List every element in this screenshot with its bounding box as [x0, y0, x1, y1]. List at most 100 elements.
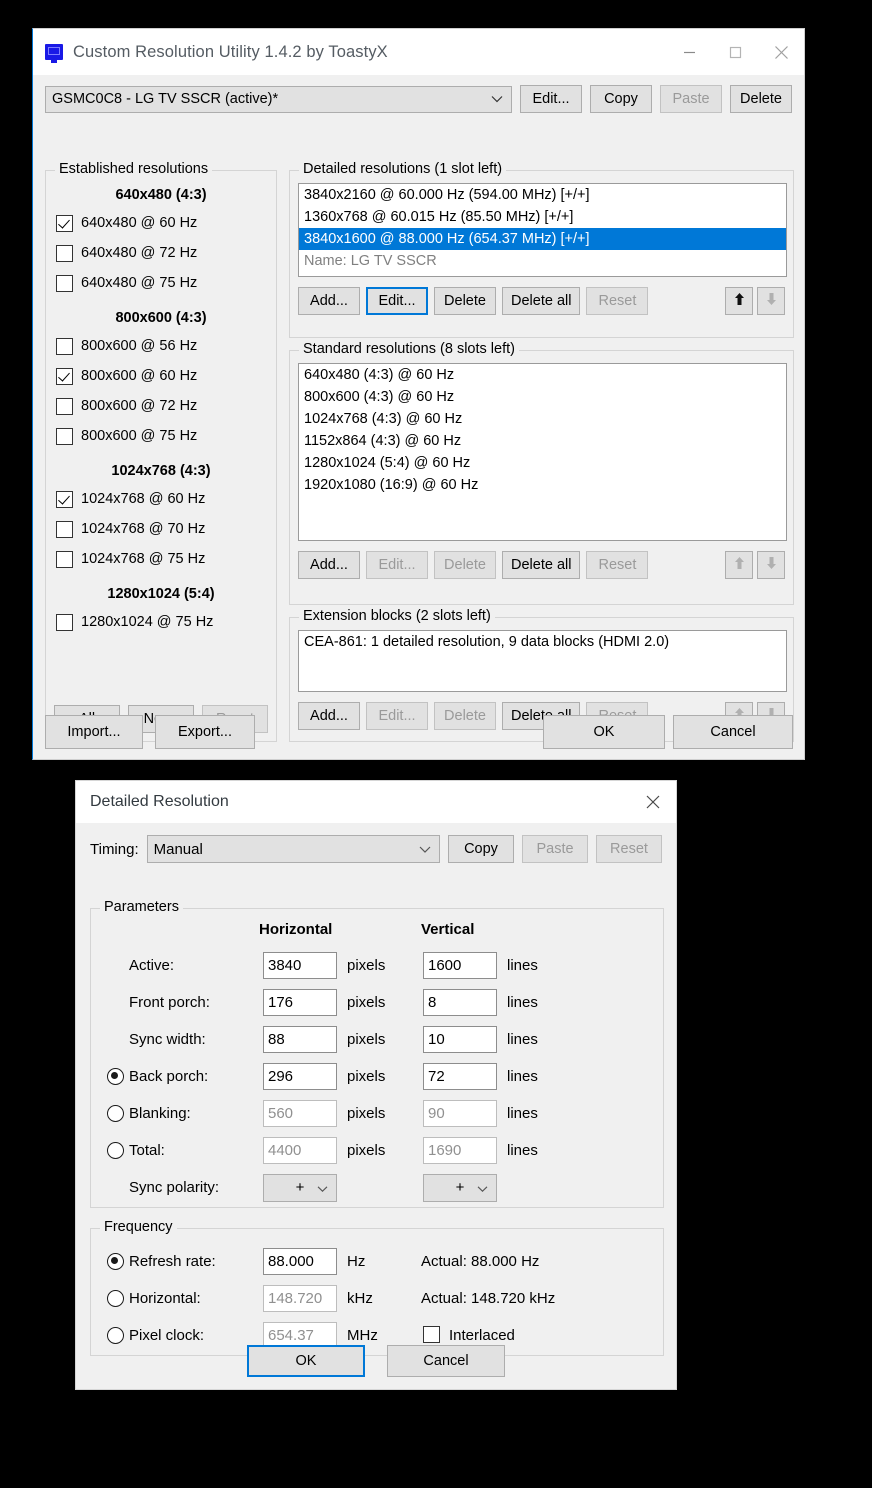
- list-item[interactable]: 640x480 (4:3) @ 60 Hz: [299, 364, 786, 386]
- arrow-up-icon: [733, 292, 746, 311]
- device-edit-button[interactable]: Edit...: [520, 85, 582, 113]
- established-item-800-56[interactable]: 800x600 @ 56 Hz: [46, 331, 276, 361]
- pixel-clock-radio[interactable]: [107, 1327, 124, 1344]
- checkbox-icon[interactable]: [56, 490, 73, 508]
- established-item-label: 800x600 @ 60 Hz: [81, 368, 198, 384]
- window-controls: [666, 29, 804, 75]
- list-item[interactable]: 3840x1600 @ 88.000 Hz (654.37 MHz) [+/+]: [299, 228, 786, 250]
- checkbox-icon[interactable]: [56, 244, 73, 262]
- dialog-cancel-button[interactable]: Cancel: [387, 1345, 505, 1377]
- checkbox-icon[interactable]: [56, 214, 73, 232]
- device-combobox[interactable]: GSMC0C8 - LG TV SSCR (active)*: [45, 85, 512, 113]
- arrow-up-icon: [733, 556, 746, 575]
- front-porch-horizontal-input[interactable]: 176: [263, 989, 337, 1016]
- dialog-title-bar: Detailed Resolution: [76, 781, 676, 823]
- sync-polarity-horizontal-select[interactable]: +: [263, 1173, 337, 1202]
- checkbox-icon[interactable]: [56, 550, 73, 568]
- established-item-label: 1024x768 @ 60 Hz: [81, 491, 206, 507]
- timing-paste-button: Paste: [522, 835, 588, 863]
- established-item-800-75[interactable]: 800x600 @ 75 Hz: [46, 421, 276, 451]
- import-button[interactable]: Import...: [45, 715, 143, 749]
- established-item-label: 800x600 @ 72 Hz: [81, 398, 198, 414]
- dialog-ok-button[interactable]: OK: [247, 1345, 365, 1377]
- checkbox-icon[interactable]: [56, 613, 73, 631]
- established-item-1024-60[interactable]: 1024x768 @ 60 Hz: [46, 484, 276, 514]
- main-cancel-button[interactable]: Cancel: [673, 715, 793, 749]
- main-footer-buttons: Import... Export... OK Cancel: [45, 715, 793, 749]
- established-item-1024-70[interactable]: 1024x768 @ 70 Hz: [46, 514, 276, 544]
- checkbox-icon[interactable]: [56, 337, 73, 355]
- standard-delete-button: Delete: [434, 551, 496, 579]
- list-item[interactable]: 1280x1024 (5:4) @ 60 Hz: [299, 452, 786, 474]
- front-porch-vertical-input[interactable]: 8: [423, 989, 497, 1016]
- detailed-add-button[interactable]: Add...: [298, 287, 360, 315]
- column-header-vertical: Vertical: [421, 921, 475, 938]
- list-item[interactable]: CEA-861: 1 detailed resolution, 9 data b…: [299, 631, 786, 653]
- unit-label: lines: [507, 1142, 538, 1159]
- established-item-640-72[interactable]: 640x480 @ 72 Hz: [46, 238, 276, 268]
- detailed-edit-button[interactable]: Edit...: [366, 287, 428, 315]
- refresh-rate-input[interactable]: 88.000: [263, 1248, 337, 1275]
- list-item[interactable]: 1920x1080 (16:9) @ 60 Hz: [299, 474, 786, 496]
- main-ok-button[interactable]: OK: [543, 715, 665, 749]
- established-legend: Established resolutions: [55, 161, 213, 177]
- established-item-1280-75[interactable]: 1280x1024 @ 75 Hz: [46, 607, 276, 637]
- param-row-total: Total: 4400 pixels 1690 lines: [91, 1132, 663, 1169]
- active-horizontal-input[interactable]: 3840: [263, 952, 337, 979]
- detailed-move-up-button[interactable]: [725, 287, 753, 315]
- back-porch-horizontal-input[interactable]: 296: [263, 1063, 337, 1090]
- established-header-640: 640x480 (4:3): [115, 187, 207, 203]
- timing-combobox[interactable]: Manual: [146, 835, 440, 863]
- sync-polarity-vertical-select[interactable]: +: [423, 1173, 497, 1202]
- detailed-delete-button[interactable]: Delete: [434, 287, 496, 315]
- close-icon[interactable]: [630, 781, 676, 823]
- timing-copy-button[interactable]: Copy: [448, 835, 514, 863]
- list-item[interactable]: 1360x768 @ 60.015 Hz (85.50 MHz) [+/+]: [299, 206, 786, 228]
- list-item: Name: LG TV SSCR: [304, 253, 437, 269]
- close-icon[interactable]: [758, 29, 804, 75]
- list-item[interactable]: 3840x2160 @ 60.000 Hz (594.00 MHz) [+/+]: [299, 184, 786, 206]
- unit-label: lines: [507, 1031, 538, 1048]
- checkbox-icon[interactable]: [56, 520, 73, 538]
- interlaced-checkbox[interactable]: [423, 1326, 440, 1343]
- minimize-icon[interactable]: [666, 29, 712, 75]
- active-vertical-input[interactable]: 1600: [423, 952, 497, 979]
- device-delete-button[interactable]: Delete: [730, 85, 792, 113]
- unit-label: lines: [507, 1068, 538, 1085]
- sync-polarity-horizontal-value: +: [295, 1179, 305, 1196]
- device-copy-button[interactable]: Copy: [590, 85, 652, 113]
- unit-label: MHz: [347, 1327, 378, 1344]
- standard-add-button[interactable]: Add...: [298, 551, 360, 579]
- detailed-delete-all-button[interactable]: Delete all: [502, 287, 581, 315]
- param-label: Back porch:: [129, 1068, 209, 1085]
- checkbox-icon[interactable]: [56, 427, 73, 445]
- checkbox-icon[interactable]: [56, 367, 73, 385]
- total-radio[interactable]: [107, 1142, 124, 1159]
- list-item[interactable]: 1152x864 (4:3) @ 60 Hz: [299, 430, 786, 452]
- established-item-800-60[interactable]: 800x600 @ 60 Hz: [46, 361, 276, 391]
- refresh-rate-radio[interactable]: [107, 1253, 124, 1270]
- main-client-area: GSMC0C8 - LG TV SSCR (active)* Edit... C…: [33, 75, 804, 761]
- horizontal-frequency-radio[interactable]: [107, 1290, 124, 1307]
- sync-width-horizontal-input[interactable]: 88: [263, 1026, 337, 1053]
- established-item-640-75[interactable]: 640x480 @ 75 Hz: [46, 268, 276, 298]
- list-item[interactable]: 800x600 (4:3) @ 60 Hz: [299, 386, 786, 408]
- back-porch-radio[interactable]: [107, 1068, 124, 1085]
- established-item-800-72[interactable]: 800x600 @ 72 Hz: [46, 391, 276, 421]
- extension-blocks-listbox[interactable]: CEA-861: 1 detailed resolution, 9 data b…: [298, 630, 787, 692]
- total-vertical-input: 1690: [423, 1137, 497, 1164]
- checkbox-icon[interactable]: [56, 397, 73, 415]
- maximize-icon[interactable]: [712, 29, 758, 75]
- sync-width-vertical-input[interactable]: 10: [423, 1026, 497, 1053]
- established-item-640-60[interactable]: 640x480 @ 60 Hz: [46, 208, 276, 238]
- standard-delete-all-button[interactable]: Delete all: [502, 551, 581, 579]
- list-item[interactable]: 1024x768 (4:3) @ 60 Hz: [299, 408, 786, 430]
- detailed-resolutions-listbox[interactable]: 3840x2160 @ 60.000 Hz (594.00 MHz) [+/+]…: [298, 183, 787, 277]
- param-label: Active:: [129, 957, 175, 974]
- export-button[interactable]: Export...: [155, 715, 255, 749]
- checkbox-icon[interactable]: [56, 274, 73, 292]
- blanking-radio[interactable]: [107, 1105, 124, 1122]
- established-item-1024-75[interactable]: 1024x768 @ 75 Hz: [46, 544, 276, 574]
- standard-resolutions-listbox[interactable]: 640x480 (4:3) @ 60 Hz 800x600 (4:3) @ 60…: [298, 363, 787, 541]
- back-porch-vertical-input[interactable]: 72: [423, 1063, 497, 1090]
